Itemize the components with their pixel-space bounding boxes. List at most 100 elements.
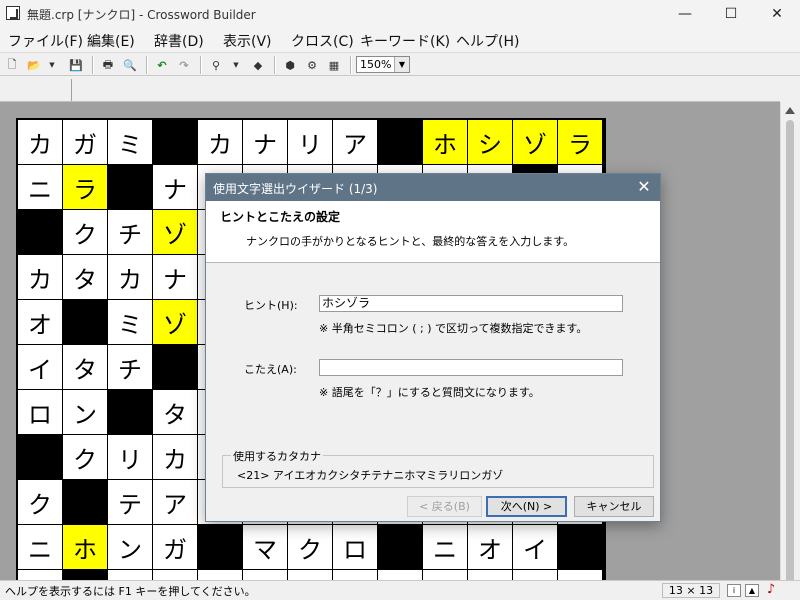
grid-cell[interactable]: チ [108,345,153,390]
grid-cell-black[interactable] [378,525,423,570]
grid-cell-black[interactable] [63,570,108,580]
new-file-icon[interactable]: 🗋 [4,57,20,73]
grid-cell[interactable]: イ [513,525,558,570]
grid-cell[interactable]: リ [108,435,153,480]
grid-cell[interactable] [243,570,288,580]
save-icon[interactable]: 💾 [68,57,84,73]
menu-edit[interactable]: 編集(E) [87,31,135,51]
grid-cell[interactable]: ミ [108,120,153,165]
menu-dictionary[interactable]: 辞書(D) [154,31,204,51]
grid-cell[interactable] [333,570,378,580]
grid-cell-black[interactable] [63,300,108,345]
grid-cell-black[interactable] [558,525,603,570]
menu-cross[interactable]: クロス(C) [291,31,354,51]
grid-cell[interactable]: ガ [153,525,198,570]
dialog-close-icon[interactable]: ✕ [634,177,654,197]
grid-cell[interactable]: オ [18,300,63,345]
grid-cell[interactable]: ア [153,480,198,525]
grid-cell-black[interactable] [198,525,243,570]
grid-cell[interactable]: カ [108,255,153,300]
open-folder-icon[interactable]: 📂 [26,57,42,73]
grid-cell[interactable]: ク [288,525,333,570]
menu-file[interactable]: ファイル(F) [8,31,83,51]
redo-icon[interactable]: ↷ [176,57,192,73]
info-icon[interactable]: i [727,584,741,597]
grid-cell-black[interactable] [378,120,423,165]
grid-cell[interactable] [558,570,603,580]
grid-cell-black[interactable] [63,480,108,525]
grid-cell[interactable]: ン [63,390,108,435]
minimize-button[interactable]: — [662,0,708,28]
grid-cell[interactable]: ニ [18,165,63,210]
grid-cell-black[interactable] [108,165,153,210]
answer-input[interactable] [319,359,623,376]
grid-cell[interactable]: ゾ [513,120,558,165]
grid-cell[interactable]: ナ [243,120,288,165]
grid-cell[interactable] [423,570,468,580]
next-button[interactable]: 次へ(N) > [486,496,567,517]
grid-cell[interactable] [513,570,558,580]
cancel-button[interactable]: キャンセル [574,496,654,517]
vertical-scrollbar[interactable] [780,102,800,590]
grid-cell[interactable]: マ [243,525,288,570]
grid-cell-black[interactable] [153,345,198,390]
grid-cell[interactable]: ホ [63,525,108,570]
grid-cell[interactable] [153,570,198,580]
chevron-down-icon[interactable]: ▼ [394,57,409,72]
grid-cell[interactable]: ミ [108,300,153,345]
grid-cell[interactable]: タ [63,345,108,390]
grid-cell[interactable]: カ [198,120,243,165]
print-preview-icon[interactable]: 🔍 [122,57,138,73]
grid-cell[interactable]: ナ [153,255,198,300]
music-note-icon[interactable]: ♪ [764,583,778,597]
grid-cell[interactable]: カ [18,120,63,165]
grid-cell-black[interactable] [18,435,63,480]
grid-cell[interactable] [18,570,63,580]
maximize-button[interactable]: ☐ [708,0,754,28]
zoom-select[interactable]: 150% ▼ [356,56,410,73]
menu-keyword[interactable]: キーワード(K) [360,31,450,51]
menu-view[interactable]: 表示(V) [223,31,272,51]
grid-cell[interactable]: ロ [333,525,378,570]
grid-cell[interactable]: オ [468,525,513,570]
grid-cell[interactable]: ガ [63,120,108,165]
grid-cell[interactable]: ラ [63,165,108,210]
grid-cell[interactable] [468,570,513,580]
grid-cell[interactable]: ク [18,480,63,525]
print-icon[interactable]: 🖶 [100,57,116,73]
grid-cell[interactable]: ホ [423,120,468,165]
cube-icon[interactable]: ⬢ [282,57,298,73]
grid-cell[interactable] [288,570,333,580]
grid-cell[interactable]: チ [108,210,153,255]
close-button[interactable]: ✕ [754,0,800,28]
grid-cell-black[interactable] [108,390,153,435]
find-icon[interactable]: ⚲ [208,57,224,73]
auto-build-icon[interactable]: ⚙ [304,57,320,73]
grid-cell[interactable] [378,570,423,580]
grid-cell[interactable]: タ [63,255,108,300]
grid-cell[interactable]: ロ [18,390,63,435]
eraser-icon[interactable]: ◆ [250,57,266,73]
image-icon[interactable]: ▲ [745,584,759,597]
open-dropdown-icon[interactable]: ▼ [44,57,60,73]
statistics-icon[interactable]: ▦ [326,57,342,73]
grid-cell[interactable]: ン [108,525,153,570]
grid-cell[interactable]: カ [18,255,63,300]
grid-cell[interactable]: テ [108,480,153,525]
grid-cell[interactable]: ニ [423,525,468,570]
grid-cell[interactable]: イ [18,345,63,390]
grid-cell[interactable]: ラ [558,120,603,165]
grid-cell[interactable]: タ [153,390,198,435]
grid-cell[interactable]: リ [288,120,333,165]
grid-cell[interactable]: ア [333,120,378,165]
scroll-up-icon[interactable] [785,107,795,114]
grid-cell[interactable] [108,570,153,580]
grid-cell[interactable]: ゾ [153,210,198,255]
grid-cell[interactable] [198,570,243,580]
find-dropdown-icon[interactable]: ▼ [228,57,244,73]
grid-cell-black[interactable] [153,120,198,165]
back-button[interactable]: < 戻る(B) [407,496,482,517]
grid-cell-black[interactable] [18,210,63,255]
scrollbar-thumb[interactable] [786,120,794,590]
grid-cell[interactable]: ゾ [153,300,198,345]
